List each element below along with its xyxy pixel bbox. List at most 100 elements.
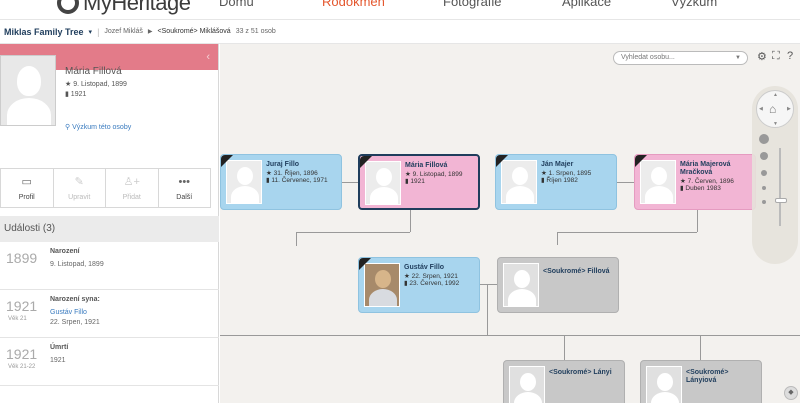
add-relative-button[interactable]: ♙+ Přidat [105, 169, 158, 207]
person-card[interactable]: <Soukromé> Fillová [497, 257, 619, 313]
birth-icon: ★ [65, 81, 74, 88]
brand-name: MyHeritage [83, 0, 191, 15]
edit-button-label: Upravit [68, 194, 91, 201]
person-name[interactable]: Mária Fillová [65, 66, 122, 77]
person-panel: ‹ Mária Fillová ★ 9. Listopad, 1899 ▮ 19… [0, 44, 219, 403]
card-name: Mária Fillová [405, 162, 448, 169]
card-death: ▮ 23. Červen, 1992 [404, 280, 460, 287]
death-line: ▮ 1921 [65, 90, 86, 98]
connector-line [557, 232, 697, 233]
person-card[interactable]: <Soukromé> Lányi [503, 360, 625, 403]
avatar [509, 366, 545, 403]
profile-button[interactable]: ▭ Profil [0, 169, 53, 207]
person-card[interactable]: Juraj Fillo ★ 31. Říjen, 1896 ▮ 11. Červ… [220, 154, 342, 210]
fullscreen-icon[interactable]: ⛶ [772, 50, 780, 63]
person-card[interactable]: <Soukromé> Lányiová [640, 360, 762, 403]
more-button-label: Další [176, 193, 193, 201]
nav-tab-home[interactable]: Domů [219, 0, 254, 9]
research-link[interactable]: ⚲ Výzkum této osoby [65, 123, 131, 131]
pan-right-icon[interactable]: ▶ [787, 106, 791, 112]
avatar [503, 263, 539, 307]
card-name: Ján Majer [541, 161, 574, 168]
pan-control[interactable]: ▲ ▼ ◀ ▶ ⌂ [756, 90, 794, 128]
avatar [646, 366, 682, 403]
card-death: ▮ 1921 [405, 178, 425, 185]
logo-icon [57, 0, 79, 14]
pan-up-icon[interactable]: ▲ [773, 92, 778, 98]
connector-line [700, 335, 701, 360]
card-birth: ★ 31. Říjen, 1896 [266, 170, 318, 177]
event-detail: 22. Srpen, 1921 [50, 319, 100, 326]
event-person-link[interactable]: Gustáv Fillo [50, 309, 87, 316]
card-birth: ★ 9. Listopad, 1899 [405, 171, 463, 178]
nav-tab-research[interactable]: Výzkum [671, 0, 717, 9]
search-placeholder: Vyhledat osobu... [621, 54, 675, 61]
chevron-down-icon[interactable]: ▾ [89, 28, 93, 36]
event-title: Narození [50, 248, 80, 255]
connector-line [220, 335, 800, 336]
card-birth: ★ 22. Srpen, 1921 [404, 273, 458, 280]
event-item: 1921 Věk 21-22 Úmrtí 1921 [0, 338, 219, 386]
gear-icon[interactable]: ⚙ [757, 50, 767, 63]
mourning-ribbon-icon [635, 155, 647, 167]
add-person-icon: ♙+ [123, 176, 140, 188]
breadcrumb-owner[interactable]: Jozef Mikláš [104, 28, 143, 35]
events-header[interactable]: Události (3) [0, 216, 219, 242]
nav-tab-apps[interactable]: Aplikace [562, 0, 611, 9]
zoom-level-dot[interactable] [761, 170, 767, 176]
more-button[interactable]: ••• Další [157, 169, 211, 207]
mourning-ribbon-icon [221, 155, 233, 167]
connector-line [487, 285, 488, 335]
card-death: ▮ Říjen 1982 [541, 177, 578, 184]
brand-logo[interactable]: MyHeritage [57, 0, 191, 16]
person-card[interactable]: Ján Majer ★ 1. Srpen, 1895 ▮ Říjen 1982 [495, 154, 617, 210]
event-item: 1921 Věk 21 Narození syna: Gustáv Fillo … [0, 290, 219, 338]
home-icon[interactable]: ⌂ [769, 102, 776, 116]
edit-button[interactable]: ✎ Upravit [52, 169, 106, 207]
connector-line [340, 182, 358, 183]
card-name: <Soukromé> Fillová [543, 268, 610, 275]
tree-selector[interactable]: Miklas Family Tree [4, 27, 84, 37]
zoom-level-dot[interactable] [760, 152, 768, 160]
mourning-ribbon-icon [359, 258, 371, 270]
zoom-level-dot[interactable] [762, 186, 766, 190]
event-year: 1921 [6, 298, 38, 314]
profile-summary: Mária Fillová ★ 9. Listopad, 1899 ▮ 1921… [0, 55, 218, 163]
card-death: ▮ Duben 1983 [680, 185, 721, 192]
tree-canvas[interactable]: Vyhledat osobu... ▼ ⚙ ⛶ ? Juraj Fillo ★ … [220, 44, 800, 403]
avatar[interactable] [0, 55, 56, 126]
collapse-panel-icon[interactable]: ‹ [206, 51, 210, 63]
person-search-input[interactable]: Vyhledat osobu... ▼ [613, 51, 748, 65]
person-card-selected[interactable]: Mária Fillová ★ 9. Listopad, 1899 ▮ 1921 [358, 154, 480, 210]
pencil-icon: ✎ [74, 176, 84, 188]
event-title: Narození syna: [50, 296, 100, 303]
card-name: Gustáv Fillo [404, 264, 445, 271]
event-detail: 9. Listopad, 1899 [50, 261, 104, 268]
mourning-ribbon-icon [360, 156, 372, 168]
card-death: ▮ 11. Červenec, 1971 [266, 177, 328, 184]
zoom-level-dot[interactable] [762, 200, 766, 204]
profile-actions: ▭ Profil ✎ Upravit ♙+ Přidat ••• Další [0, 168, 211, 208]
nav-tab-family-tree[interactable]: Rodokmen [322, 0, 385, 9]
pan-down-icon[interactable]: ▼ [773, 121, 778, 127]
birth-date: 9. Listopad, 1899 [73, 81, 127, 88]
pan-left-icon[interactable]: ◀ [759, 106, 763, 112]
zoom-slider[interactable] [779, 148, 781, 226]
person-card[interactable]: Gustáv Fillo ★ 22. Srpen, 1921 ▮ 23. Čer… [358, 257, 480, 313]
birth-line: ★ 9. Listopad, 1899 [65, 80, 127, 88]
person-count: 33 z 51 osob [235, 28, 276, 35]
person-card[interactable]: Mária Majerová Mračková ★ 7. Červen, 189… [634, 154, 756, 210]
card-birth: ★ 7. Červen, 1896 [680, 178, 734, 185]
feedback-icon[interactable]: ◆ [784, 386, 798, 400]
event-age: Věk 21-22 [8, 364, 36, 370]
zoom-slider-thumb[interactable] [775, 198, 787, 203]
nav-tab-photos[interactable]: Fotografie [443, 0, 502, 9]
event-item: 1899 Narození 9. Listopad, 1899 [0, 242, 219, 290]
card-name: <Soukromé> Lányiová [686, 369, 729, 384]
connector-line [410, 210, 411, 232]
connector-line [697, 210, 698, 232]
death-date: 1921 [70, 91, 87, 98]
card-name: Juraj Fillo [266, 161, 300, 168]
zoom-level-dot[interactable] [759, 134, 769, 144]
help-icon[interactable]: ? [787, 50, 793, 62]
